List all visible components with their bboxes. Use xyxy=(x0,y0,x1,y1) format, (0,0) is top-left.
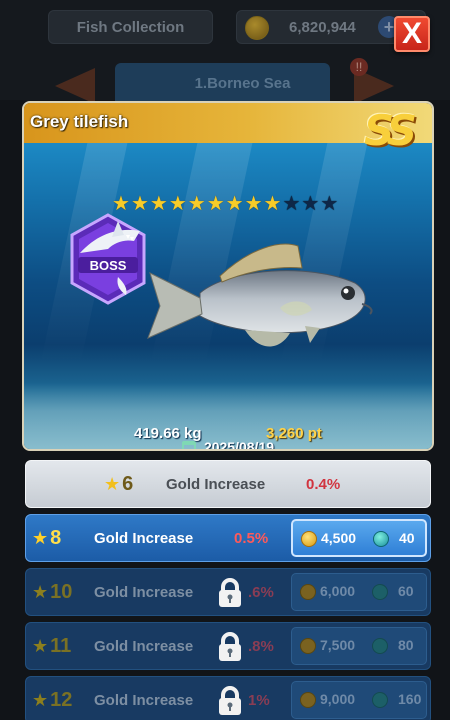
star-icon: ★ xyxy=(32,528,49,549)
current-star-level: ★ 6 xyxy=(104,473,133,496)
gem-cost: 60 xyxy=(398,583,414,599)
title-bar: Grey tilefish SS xyxy=(24,103,432,155)
star-icon: ★ xyxy=(104,474,121,495)
upgrade-label: Gold Increase xyxy=(94,584,194,601)
background-header: Fish Collection 6,820,944 + 1.Borneo Sea… xyxy=(0,0,450,104)
close-button[interactable]: X xyxy=(394,16,430,52)
current-bonus-label: Gold Increase xyxy=(166,476,266,493)
padlock-icon xyxy=(219,632,241,661)
gold-cost: 6,000 xyxy=(320,583,356,599)
upgrade-level-number: 8 xyxy=(50,527,62,549)
upgrade-cost-button[interactable]: 4,500 40 xyxy=(291,519,427,557)
empty-star-icon: ★ xyxy=(301,191,320,215)
pearl-gem-icon xyxy=(373,531,389,547)
upgrade-star-level: ★ 11 xyxy=(32,635,71,658)
filled-star-icon: ★ xyxy=(187,191,206,215)
gem-cost: 160 xyxy=(398,691,422,707)
filled-star-icon: ★ xyxy=(168,191,187,215)
upgrade-label: Gold Increase xyxy=(94,530,194,547)
star-icon: ★ xyxy=(32,690,49,711)
upgrade-label: Gold Increase xyxy=(94,692,194,709)
underwater-scene: ★ ★ ★ ★ ★ ★ ★ ★ ★ ★ ★ ★ BOSS 2025/08/19 xyxy=(24,143,432,449)
prev-sea-arrow-icon[interactable] xyxy=(55,68,95,104)
pearl-gem-icon xyxy=(372,584,388,600)
next-sea-arrow[interactable]: !! xyxy=(350,58,394,106)
filled-star-icon: ★ xyxy=(225,191,244,215)
filled-star-icon: ★ xyxy=(244,191,263,215)
gold-coin-icon xyxy=(301,531,317,547)
star-rating: ★ ★ ★ ★ ★ ★ ★ ★ ★ ★ ★ ★ xyxy=(112,193,338,213)
upgrade-cost-button: 7,500 80 xyxy=(291,627,427,665)
upgrade-level-number: 12 xyxy=(50,689,73,711)
upgrade-star-level: ★ 8 xyxy=(32,527,61,550)
coin-amount: 6,820,944 xyxy=(289,18,356,36)
pearl-gem-icon xyxy=(372,692,388,708)
pearl-gem-icon xyxy=(372,638,388,654)
upgrade-cost-button: 9,000 160 xyxy=(291,681,427,719)
filled-star-icon: ★ xyxy=(206,191,225,215)
filled-star-icon: ★ xyxy=(130,191,149,215)
upgrade-row-star-8[interactable]: ★ 8 Gold Increase 0.5% 4,500 40 xyxy=(25,514,431,562)
notification-badge: !! xyxy=(350,58,368,76)
upgrade-row-star-12: ★ 12 Gold Increase 1% 9,000 160 xyxy=(25,676,431,720)
gold-cost: 4,500 xyxy=(321,530,357,546)
gold-coin-icon xyxy=(300,584,316,600)
padlock-icon xyxy=(219,686,241,715)
gold-cost: 9,000 xyxy=(320,691,356,707)
fish-name: Grey tilefish xyxy=(30,112,129,131)
upgrade-row-star-11: ★ 11 Gold Increase .8% 7,500 80 xyxy=(25,622,431,670)
upgrade-percent: 0.5% xyxy=(234,530,269,547)
padlock-icon xyxy=(219,578,241,607)
upgrade-percent: 1% xyxy=(248,692,270,709)
empty-star-icon: ★ xyxy=(320,191,339,215)
upgrade-star-level: ★ 12 xyxy=(32,689,72,712)
rank-badge: SS xyxy=(364,106,417,155)
fish-weight: 419.66 kg xyxy=(134,425,202,442)
upgrade-label: Gold Increase xyxy=(94,638,194,655)
gold-coin-icon xyxy=(245,16,269,40)
fish-points: 3,260 pt xyxy=(266,425,322,442)
gold-coin-icon xyxy=(300,692,316,708)
upgrade-star-level: ★ 10 xyxy=(32,581,72,604)
upgrade-level-number: 11 xyxy=(50,635,72,657)
gold-coin-icon xyxy=(300,638,316,654)
gem-cost: 40 xyxy=(399,530,415,546)
filled-star-icon: ★ xyxy=(263,191,282,215)
gold-cost: 7,500 xyxy=(320,637,356,653)
fish-detail-card: ★ ★ ★ ★ ★ ★ ★ ★ ★ ★ ★ ★ BOSS 2025/08/19 … xyxy=(22,101,434,451)
filled-star-icon: ★ xyxy=(112,191,130,215)
star-icon: ★ xyxy=(32,582,49,603)
boss-label: BOSS xyxy=(90,258,127,273)
calendar-icon xyxy=(181,441,196,449)
empty-star-icon: ★ xyxy=(282,191,301,215)
star-icon: ★ xyxy=(32,636,49,657)
filled-star-icon: ★ xyxy=(149,191,168,215)
sea-tab[interactable]: 1.Borneo Sea xyxy=(115,63,330,103)
collection-title: Fish Collection xyxy=(48,10,213,44)
current-bonus-percent: 0.4% xyxy=(306,476,341,493)
gem-cost: 80 xyxy=(398,637,414,653)
upgrade-percent: .6% xyxy=(248,584,274,601)
upgrade-cost-button: 6,000 60 xyxy=(291,573,427,611)
upgrade-row-star-10: ★ 10 Gold Increase .6% 6,000 60 xyxy=(25,568,431,616)
upgrade-level-number: 10 xyxy=(50,581,73,603)
upgrade-percent: .8% xyxy=(248,638,274,655)
current-level-number: 6 xyxy=(122,473,134,495)
current-bonus-row: ★ 6 Gold Increase 0.4% xyxy=(25,460,431,508)
grey-tilefish-image xyxy=(147,243,373,347)
